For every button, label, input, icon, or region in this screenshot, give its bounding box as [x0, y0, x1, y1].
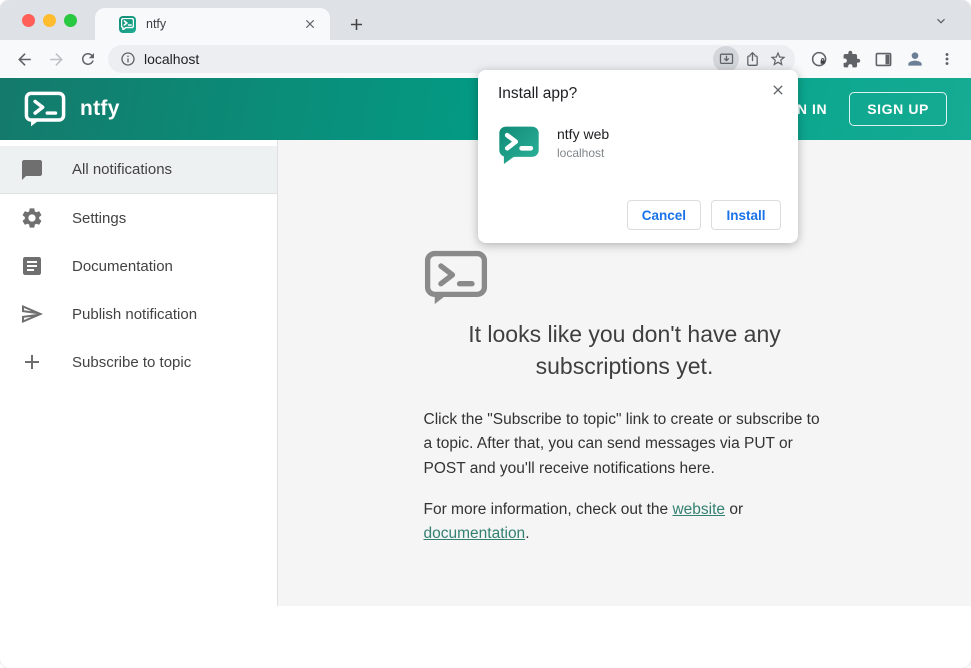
- bookmark-star-icon[interactable]: [765, 46, 791, 72]
- forward-icon[interactable]: [40, 43, 72, 75]
- document-icon: [20, 254, 44, 278]
- dialog-close-icon[interactable]: [770, 82, 786, 98]
- sidebar-item-label: Documentation: [72, 257, 173, 275]
- plus-icon: [20, 350, 44, 374]
- browser-tab[interactable]: ntfy: [95, 8, 330, 40]
- share-icon[interactable]: [739, 46, 765, 72]
- close-window-button[interactable]: [22, 14, 35, 27]
- back-icon[interactable]: [8, 43, 40, 75]
- dialog-title: Install app?: [498, 85, 578, 102]
- send-icon: [20, 302, 44, 326]
- empty-state: It looks like you don't have any subscri…: [424, 250, 826, 606]
- empty-state-heading: It looks like you don't have any subscri…: [468, 321, 781, 379]
- empty-state-paragraph: Click the "Subscribe to topic" link to c…: [423, 411, 820, 477]
- install-app-icon[interactable]: [713, 46, 739, 72]
- sidebar-item-label: Publish notification: [72, 305, 198, 323]
- sidebar-item-publish-notification[interactable]: Publish notification: [0, 290, 277, 338]
- install-button[interactable]: Install: [711, 200, 781, 230]
- ntfy-logo-icon: [24, 91, 66, 127]
- brand-name: ntfy: [80, 97, 120, 120]
- sign-up-button[interactable]: SIGN UP: [849, 92, 947, 126]
- side-panel-icon[interactable]: [867, 43, 899, 75]
- ntfy-favicon-icon: [119, 15, 136, 33]
- cancel-button[interactable]: Cancel: [626, 200, 701, 230]
- more-info-suffix: .: [525, 524, 530, 542]
- new-tab-icon[interactable]: [344, 12, 368, 36]
- reload-icon[interactable]: [72, 43, 104, 75]
- toolbar-right-icons: [803, 43, 963, 75]
- tab-search-chevron-down-icon[interactable]: [933, 13, 949, 29]
- url-text[interactable]: localhost: [144, 51, 713, 67]
- ntfy-logo-gray-icon: [424, 250, 826, 305]
- minimize-window-button[interactable]: [43, 14, 56, 27]
- more-info-prefix: For more information, check out the: [423, 500, 673, 518]
- password-manager-icon[interactable]: [803, 43, 835, 75]
- sidebar-item-documentation[interactable]: Documentation: [0, 242, 277, 290]
- dialog-app-row: ntfy web localhost: [498, 125, 782, 165]
- tab-close-icon[interactable]: [301, 16, 318, 33]
- ntfy-app-icon: [498, 125, 540, 165]
- dialog-buttons: Cancel Install: [626, 200, 781, 230]
- sidebar-item-subscribe-to-topic[interactable]: Subscribe to topic: [0, 338, 277, 386]
- sidebar: All notifications Settings Documentation…: [0, 140, 278, 606]
- gear-icon: [20, 206, 44, 230]
- menu-kebab-icon[interactable]: [931, 43, 963, 75]
- sidebar-item-settings[interactable]: Settings: [0, 194, 277, 242]
- tab-strip: ntfy: [0, 0, 971, 40]
- sidebar-item-label: Settings: [72, 209, 127, 227]
- dialog-app-origin: localhost: [557, 146, 605, 160]
- tab-title: ntfy: [146, 17, 167, 31]
- empty-state-more-info: For more information, check out the webs…: [424, 498, 826, 546]
- address-bar[interactable]: localhost: [108, 45, 795, 73]
- sidebar-item-all-notifications[interactable]: All notifications: [0, 146, 277, 194]
- website-link[interactable]: website: [672, 501, 725, 518]
- browser-window: ntfy localhost ntfy SIGN IN SIGN UP All …: [0, 0, 971, 668]
- extensions-icon[interactable]: [835, 43, 867, 75]
- dialog-app-meta: ntfy web localhost: [557, 125, 609, 160]
- more-info-or: or: [725, 500, 744, 518]
- sidebar-item-label: Subscribe to topic: [72, 353, 192, 371]
- maximize-window-button[interactable]: [64, 14, 77, 27]
- chat-icon: [20, 158, 44, 182]
- documentation-link[interactable]: documentation: [424, 525, 526, 542]
- dialog-app-name: ntfy web: [557, 126, 610, 142]
- profile-avatar-icon[interactable]: [899, 43, 931, 75]
- install-app-dialog: Install app? ntfy web localhost Cancel I…: [478, 70, 798, 243]
- sidebar-item-label: All notifications: [72, 161, 173, 178]
- macos-traffic-lights: [22, 14, 77, 27]
- page-info-icon[interactable]: [120, 51, 136, 67]
